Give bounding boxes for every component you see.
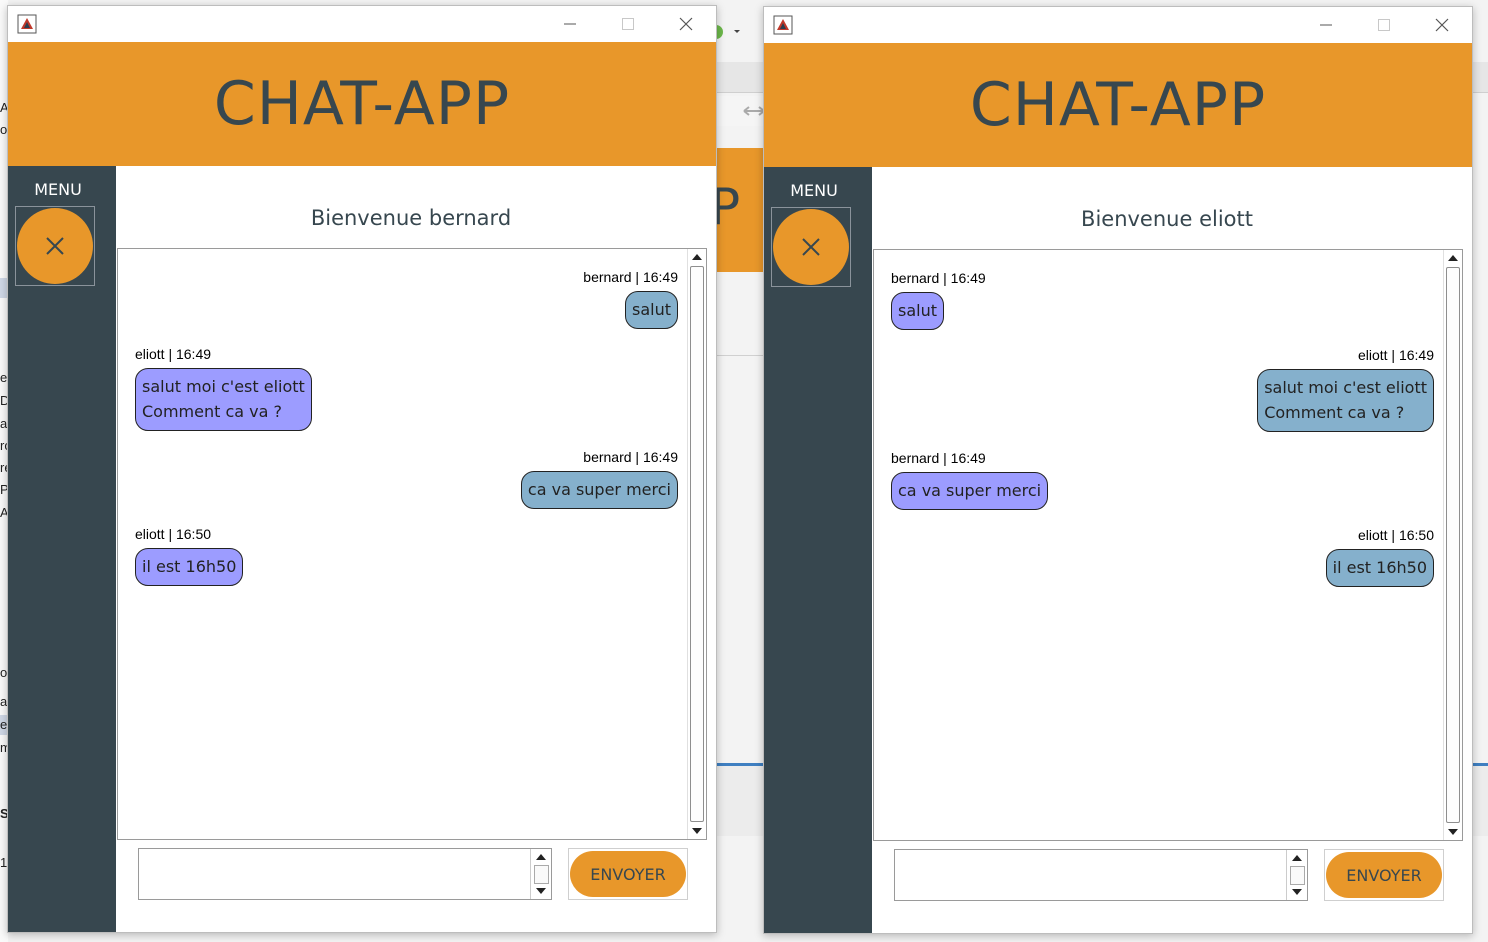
sidebar: MENU (764, 167, 872, 933)
menu-label: MENU (790, 181, 838, 200)
menu-circle[interactable] (773, 209, 849, 285)
message-bubble: salut (625, 291, 678, 329)
app-title: CHAT-APP (969, 70, 1267, 140)
app-header: CHAT-APP (764, 43, 1472, 167)
menu-button[interactable] (771, 207, 851, 287)
message-line: salut moi c'est eliott (1264, 378, 1427, 397)
scroll-thumb[interactable] (534, 865, 549, 884)
message-line: Comment ca va ? (142, 402, 283, 421)
message-input[interactable] (139, 849, 529, 897)
message-line: salut (898, 301, 937, 320)
close-x-icon (46, 237, 64, 255)
minimize-icon[interactable] (546, 10, 594, 38)
sidebar: MENU (8, 166, 116, 932)
message-bubble: salut moi c'est eliott Comment ca va ? (1257, 369, 1434, 432)
scroll-down-icon[interactable] (1289, 886, 1305, 898)
message-item: bernard | 16:49 ca va super merci (520, 449, 678, 509)
app-header: CHAT-APP (8, 42, 716, 166)
menu-button[interactable] (15, 206, 95, 286)
message-meta: bernard | 16:49 (583, 449, 678, 465)
messages-area[interactable]: bernard | 16:49 salut eliott | 16:49 sal… (873, 249, 1463, 841)
message-item: bernard | 16:49 salut (583, 269, 678, 329)
close-x-icon (802, 238, 820, 256)
welcome-text: Bienvenue eliott (1081, 207, 1253, 231)
send-button[interactable]: ENVOYER (1326, 852, 1442, 898)
message-bubble: il est 16h50 (1325, 549, 1434, 587)
title-bar[interactable] (764, 7, 1472, 43)
send-button-frame: ENVOYER (568, 848, 688, 900)
message-bubble: ca va super merci (891, 472, 1049, 510)
minimize-icon[interactable] (1302, 11, 1350, 39)
message-input-box (138, 848, 552, 900)
message-bubble: il est 16h50 (135, 548, 244, 586)
main-panel: Bienvenue bernard bernard | 16:49 salut … (116, 166, 716, 932)
messages-area[interactable]: bernard | 16:49 salut eliott | 16:49 sal… (117, 248, 707, 840)
java-app-icon (17, 14, 37, 34)
message-meta: eliott | 16:50 (135, 526, 212, 542)
message-meta: eliott | 16:49 (1357, 347, 1434, 363)
app-title: CHAT-APP (213, 69, 511, 139)
scroll-thumb[interactable] (690, 266, 704, 822)
message-line: salut moi c'est eliott (142, 377, 305, 396)
message-meta: bernard | 16:49 (583, 269, 678, 285)
send-button[interactable]: ENVOYER (570, 851, 686, 897)
welcome-text: Bienvenue bernard (310, 206, 512, 230)
messages-scrollbar[interactable] (687, 249, 706, 839)
menu-label: MENU (34, 180, 82, 199)
message-line: il est 16h50 (142, 557, 237, 576)
scroll-thumb[interactable] (1446, 267, 1460, 823)
input-scrollbar[interactable] (1286, 850, 1307, 900)
message-item: eliott | 16:50 il est 16h50 (1325, 527, 1434, 587)
message-item: bernard | 16:49 salut (891, 270, 986, 330)
message-item: eliott | 16:50 il est 16h50 (135, 526, 244, 586)
title-bar[interactable] (8, 6, 716, 42)
message-input-box (894, 849, 1308, 901)
chat-window-eliott: CHAT-APP MENU Bienvenue eliott bernard |… (763, 6, 1473, 934)
message-meta: eliott | 16:50 (1357, 527, 1434, 543)
input-scrollbar[interactable] (530, 849, 551, 899)
message-bubble: ca va super merci (520, 471, 678, 509)
main-panel: Bienvenue eliott bernard | 16:49 salut e… (872, 167, 1472, 933)
message-item: eliott | 16:49 salut moi c'est eliott Co… (135, 346, 312, 431)
scroll-up-icon[interactable] (1289, 852, 1305, 864)
message-line: il est 16h50 (1332, 558, 1427, 577)
scroll-up-icon[interactable] (1444, 250, 1462, 266)
maximize-icon[interactable] (1360, 11, 1408, 39)
scroll-down-icon[interactable] (533, 885, 549, 897)
message-meta: bernard | 16:49 (891, 450, 986, 466)
scroll-up-icon[interactable] (533, 851, 549, 863)
message-meta: eliott | 16:49 (135, 346, 212, 362)
message-line: salut (632, 300, 671, 319)
message-input[interactable] (895, 850, 1285, 898)
scroll-down-icon[interactable] (688, 823, 706, 839)
message-line: Comment ca va ? (1264, 403, 1405, 422)
messages-scrollbar[interactable] (1443, 250, 1462, 840)
message-item: eliott | 16:49 salut moi c'est eliott Co… (1257, 347, 1434, 432)
message-line: ca va super merci (898, 481, 1042, 500)
scroll-thumb[interactable] (1290, 866, 1305, 885)
menu-circle[interactable] (17, 208, 93, 284)
message-bubble: salut moi c'est eliott Comment ca va ? (135, 368, 312, 431)
close-icon[interactable] (1418, 11, 1466, 39)
chat-window-bernard: CHAT-APP MENU Bienvenue bernard bernard … (7, 5, 717, 933)
message-line: ca va super merci (527, 480, 671, 499)
message-meta: bernard | 16:49 (891, 270, 986, 286)
message-item: bernard | 16:49 ca va super merci (891, 450, 1049, 510)
message-bubble: salut (891, 292, 944, 330)
scroll-down-icon[interactable] (1444, 824, 1462, 840)
scroll-up-icon[interactable] (688, 249, 706, 265)
maximize-icon[interactable] (604, 10, 652, 38)
send-button-frame: ENVOYER (1324, 849, 1444, 901)
java-app-icon (773, 15, 793, 35)
close-icon[interactable] (662, 10, 710, 38)
